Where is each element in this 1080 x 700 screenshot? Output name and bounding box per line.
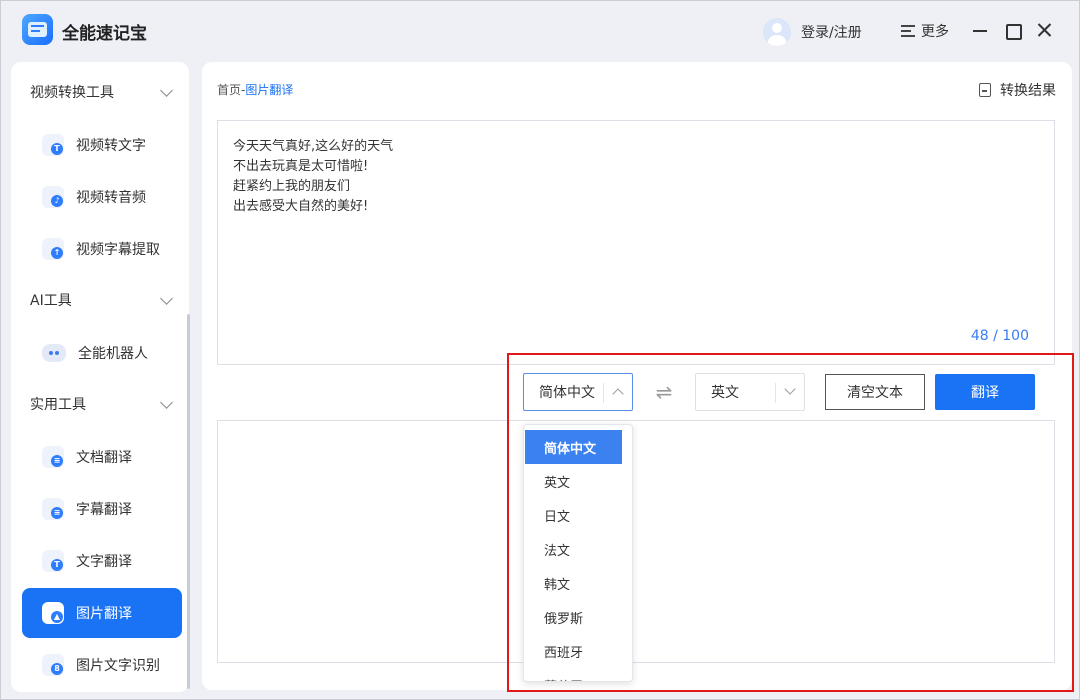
upload-icon: ↑ [42, 238, 64, 260]
title-bar: 全能速记宝 登录/注册 更多 [1, 1, 1080, 61]
document-icon [979, 83, 991, 97]
subtitle-icon: ≡ [42, 498, 64, 520]
convert-result-label: 转换结果 [1000, 83, 1056, 99]
section-utility-tools[interactable]: 实用工具 [11, 386, 189, 422]
close-icon[interactable] [1035, 21, 1053, 39]
sidebar-item-label: 文档翻译 [76, 450, 132, 466]
chevron-down-icon [784, 383, 796, 395]
document-icon: ≡ [42, 446, 64, 468]
minimize-icon[interactable] [971, 21, 989, 39]
sidebar-item-subtitle-translate[interactable]: ≡ 字幕翻译 [22, 484, 182, 534]
dropdown-option[interactable]: 韩文 [524, 566, 632, 600]
chevron-down-icon [160, 84, 173, 97]
sidebar-item-label: 视频字幕提取 [76, 242, 160, 258]
target-language-select[interactable]: 英文 [695, 373, 805, 411]
convert-result-button[interactable]: 转换结果 [979, 80, 1056, 100]
app-window: 全能速记宝 登录/注册 更多 视频转换工具 T 视频转文字 ♪ 视频转音频 ↑ … [0, 0, 1080, 700]
source-text-line: 出去感受大自然的美好! [233, 199, 369, 214]
login-button[interactable]: 登录/注册 [763, 17, 862, 47]
sidebar-item-label: 图片翻译 [76, 606, 132, 622]
sidebar-item-text-translate[interactable]: T 文字翻译 [22, 536, 182, 586]
dropdown-option[interactable]: 法文 [524, 532, 632, 566]
dropdown-option[interactable]: 俄罗斯 [524, 600, 632, 634]
sidebar-item-label: 全能机器人 [78, 346, 148, 362]
sidebar-item-image-ocr[interactable]: 8 图片文字识别 [22, 640, 182, 690]
chevron-down-icon [160, 292, 173, 305]
sidebar-item-label: 视频转音频 [76, 190, 146, 206]
dropdown-option[interactable]: 日文 [524, 498, 632, 532]
section-label: AI工具 [30, 293, 72, 309]
app-logo-icon [22, 14, 53, 45]
robot-icon [42, 344, 66, 362]
section-label: 视频转换工具 [30, 85, 114, 101]
more-button[interactable]: 更多 [901, 21, 949, 41]
avatar-icon [763, 18, 791, 46]
sidebar-item-video-to-text[interactable]: T 视频转文字 [22, 120, 182, 170]
dropdown-option[interactable]: 葡萄牙 [524, 668, 632, 682]
source-text-line: 赶紧约上我的朋友们 [233, 179, 351, 194]
dropdown-option[interactable]: 简体中文 [525, 430, 622, 464]
app-title: 全能速记宝 [62, 24, 147, 44]
sidebar-item-image-translate[interactable]: ▲ 图片翻译 [22, 588, 182, 638]
sidebar-item-label: 视频转文字 [76, 138, 146, 154]
chevron-down-icon [160, 396, 173, 409]
main-panel: 首页-图片翻译 转换结果 今天天气真好,这么好的天气 不出去玩真是太可惜啦! 赶… [202, 62, 1072, 690]
source-language-select[interactable]: 简体中文 [523, 373, 633, 411]
clear-text-button[interactable]: 清空文本 [825, 374, 925, 410]
sidebar-item-subtitle-extract[interactable]: ↑ 视频字幕提取 [22, 224, 182, 274]
scan-icon: 8 [42, 654, 64, 676]
source-text-line: 不出去玩真是太可惜啦! [233, 159, 369, 174]
language-dropdown: 简体中文 英文 日文 法文 韩文 俄罗斯 西班牙 葡萄牙 [523, 424, 633, 682]
maximize-icon[interactable] [1003, 21, 1022, 40]
image-icon: ▲ [42, 602, 64, 624]
video-text-icon: T [42, 134, 64, 156]
sidebar-item-label: 字幕翻译 [76, 502, 132, 518]
target-language-value: 英文 [711, 385, 739, 401]
swap-icon[interactable]: ⇌ [653, 382, 675, 402]
text-icon: T [42, 550, 64, 572]
section-video-tools[interactable]: 视频转换工具 [11, 74, 189, 110]
section-label: 实用工具 [30, 397, 86, 413]
source-text-area[interactable]: 今天天气真好,这么好的天气 不出去玩真是太可惜啦! 赶紧约上我的朋友们 出去感受… [217, 120, 1055, 365]
login-label: 登录/注册 [801, 25, 862, 41]
breadcrumb: 首页-图片翻译 [217, 81, 293, 98]
menu-icon [901, 25, 915, 37]
dropdown-option[interactable]: 西班牙 [524, 634, 632, 668]
more-label: 更多 [921, 24, 949, 40]
translate-button[interactable]: 翻译 [935, 374, 1035, 410]
chevron-up-icon [612, 388, 624, 400]
sidebar-item-label: 图片文字识别 [76, 658, 160, 674]
source-language-value: 简体中文 [539, 385, 595, 401]
audio-icon: ♪ [42, 186, 64, 208]
source-text-line: 今天天气真好,这么好的天气 [233, 139, 394, 154]
section-ai-tools[interactable]: AI工具 [11, 282, 189, 318]
sidebar-item-label: 文字翻译 [76, 554, 132, 570]
sidebar-item-doc-translate[interactable]: ≡ 文档翻译 [22, 432, 182, 482]
char-counter: 48 / 100 [970, 328, 1029, 344]
breadcrumb-home[interactable]: 首页 [217, 83, 241, 97]
dropdown-option[interactable]: 英文 [524, 464, 632, 498]
sidebar-item-robot[interactable]: 全能机器人 [22, 328, 182, 378]
sidebar: 视频转换工具 T 视频转文字 ♪ 视频转音频 ↑ 视频字幕提取 AI工具 全能机… [11, 62, 189, 692]
breadcrumb-current: 图片翻译 [245, 83, 294, 97]
sidebar-scrollbar[interactable] [187, 314, 190, 689]
sidebar-item-video-to-audio[interactable]: ♪ 视频转音频 [22, 172, 182, 222]
result-text-area[interactable] [217, 420, 1055, 663]
